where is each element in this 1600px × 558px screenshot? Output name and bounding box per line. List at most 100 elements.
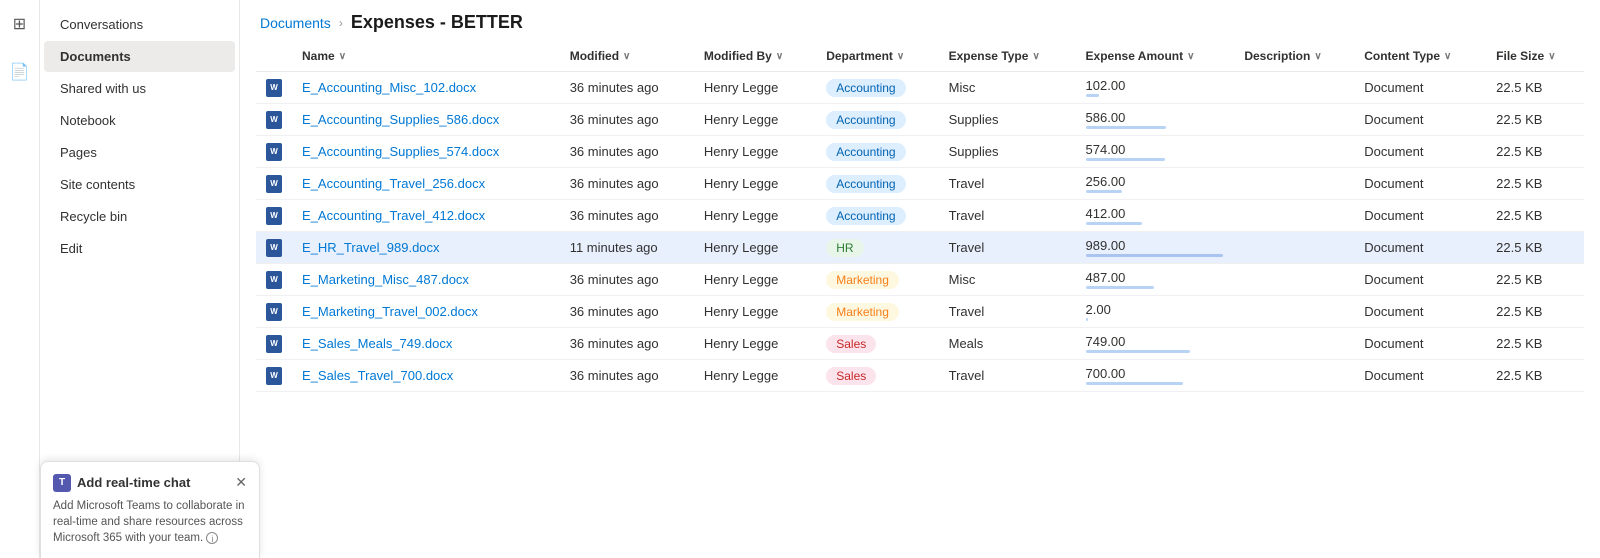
table-row[interactable]: WE_Accounting_Travel_412.docx36 minutes … xyxy=(256,200,1584,232)
table-row[interactable]: WE_Marketing_Travel_002.docx36 minutes a… xyxy=(256,296,1584,328)
expense-type-cell: Travel xyxy=(939,168,1076,200)
modified-cell: 36 minutes ago xyxy=(560,72,694,104)
file-name-link[interactable]: E_Accounting_Supplies_586.docx xyxy=(302,112,499,127)
sidebar-item-notebook[interactable]: Notebook xyxy=(44,105,235,136)
sidebar-item-shared-with-us[interactable]: Shared with us xyxy=(44,73,235,104)
col-description-header[interactable]: Description∨ xyxy=(1234,41,1354,72)
table-row[interactable]: WE_Marketing_Misc_487.docx36 minutes ago… xyxy=(256,264,1584,296)
department-cell: HR xyxy=(816,232,938,264)
table-row[interactable]: WE_HR_Travel_989.docx11 minutes agoHenry… xyxy=(256,232,1584,264)
modified-by-cell: Henry Legge xyxy=(694,104,816,136)
table-row[interactable]: WE_Sales_Travel_700.docx36 minutes agoHe… xyxy=(256,360,1584,392)
col-modified-label: Modified xyxy=(570,49,619,63)
breadcrumb-separator: › xyxy=(339,16,343,30)
col-expense-amount-sort-icon: ∨ xyxy=(1187,51,1194,62)
table-row[interactable]: WE_Sales_Meals_749.docx36 minutes agoHen… xyxy=(256,328,1584,360)
department-badge: Sales xyxy=(826,335,876,353)
file-name-link[interactable]: E_Sales_Travel_700.docx xyxy=(302,368,453,383)
file-type-icon-cell: W xyxy=(256,328,292,360)
sidebar-item-site-contents[interactable]: Site contents xyxy=(44,169,235,200)
content-type-cell: Document xyxy=(1354,104,1486,136)
file-size-cell: 22.5 KB xyxy=(1486,168,1584,200)
chat-info-icon[interactable]: i xyxy=(206,532,218,544)
file-name-link[interactable]: E_Accounting_Supplies_574.docx xyxy=(302,144,499,159)
file-name-link[interactable]: E_Accounting_Misc_102.docx xyxy=(302,80,476,95)
word-icon: W xyxy=(266,175,282,193)
expense-amount-cell: 2.00 xyxy=(1076,296,1235,328)
department-cell: Marketing xyxy=(816,264,938,296)
col-department-header[interactable]: Department∨ xyxy=(816,41,938,72)
file-type-icon-cell: W xyxy=(256,136,292,168)
content-type-cell: Document xyxy=(1354,168,1486,200)
file-name-link[interactable]: E_Sales_Meals_749.docx xyxy=(302,336,452,351)
file-size-cell: 22.5 KB xyxy=(1486,360,1584,392)
sidebar-item-documents[interactable]: Documents xyxy=(44,41,235,72)
modified-cell: 36 minutes ago xyxy=(560,296,694,328)
col-modified-by-header[interactable]: Modified By∨ xyxy=(694,41,816,72)
file-size-cell: 22.5 KB xyxy=(1486,104,1584,136)
file-name-cell: E_HR_Travel_989.docx xyxy=(292,232,560,264)
department-badge: Accounting xyxy=(826,79,905,97)
breadcrumb-parent[interactable]: Documents xyxy=(260,15,331,31)
description-cell xyxy=(1234,264,1354,296)
col-expense-amount-header[interactable]: Expense Amount∨ xyxy=(1076,41,1235,72)
modified-by-cell: Henry Legge xyxy=(694,296,816,328)
col-modified-header[interactable]: Modified∨ xyxy=(560,41,694,72)
file-size-cell: 22.5 KB xyxy=(1486,232,1584,264)
sidebar-item-recycle-bin[interactable]: Recycle bin xyxy=(44,201,235,232)
expense-amount-value: 700.00 xyxy=(1086,366,1126,381)
file-name-link[interactable]: E_Marketing_Misc_487.docx xyxy=(302,272,469,287)
file-name-link[interactable]: E_Accounting_Travel_256.docx xyxy=(302,176,485,191)
expense-type-cell: Travel xyxy=(939,232,1076,264)
table-row[interactable]: W E_Accounting_Supplies_574.docx 36 minute… xyxy=(256,136,1584,168)
file-type-icon-cell: W xyxy=(256,104,292,136)
expense-amount-cell: 574.00 xyxy=(1076,136,1235,168)
department-badge: Sales xyxy=(826,367,876,385)
modified-cell: 36 minutes ago xyxy=(560,168,694,200)
modified-cell: 36 minutes ago xyxy=(560,136,694,168)
col-name-sort-icon: ∨ xyxy=(339,51,346,62)
file-name-link[interactable]: E_HR_Travel_989.docx xyxy=(302,240,440,255)
amount-bar xyxy=(1086,126,1167,129)
modified-by-cell: Henry Legge xyxy=(694,136,816,168)
col-name-header[interactable]: Name ∨ xyxy=(292,41,560,72)
amount-bar xyxy=(1086,158,1165,161)
file-name-link[interactable]: E_Accounting_Travel_412.docx xyxy=(302,208,485,223)
table-row[interactable]: WE_Accounting_Supplies_586.docx36 minute… xyxy=(256,104,1584,136)
sidebar-icon-rail: ⊞ 📄 xyxy=(0,0,40,558)
sidebar-item-pages[interactable]: Pages xyxy=(44,137,235,168)
expense-amount-cell: 586.00 xyxy=(1076,104,1235,136)
col-file-size-sort-icon: ∨ xyxy=(1548,51,1555,62)
chat-popup-body: Add Microsoft Teams to collaborate in re… xyxy=(53,498,247,546)
table-row[interactable]: WE_Accounting_Misc_102.docx36 minutes ag… xyxy=(256,72,1584,104)
col-file-size-header[interactable]: File Size∨ xyxy=(1486,41,1584,72)
word-icon: W xyxy=(266,207,282,225)
chat-close-button[interactable]: ✕ xyxy=(235,474,247,491)
col-content-type-header[interactable]: Content Type∨ xyxy=(1354,41,1486,72)
amount-bar xyxy=(1086,254,1223,257)
department-badge: HR xyxy=(826,239,863,257)
sidebar-item-edit[interactable]: Edit xyxy=(44,233,235,264)
apps-icon[interactable]: ⊞ xyxy=(4,8,36,40)
description-cell xyxy=(1234,232,1354,264)
col-expense-type-header[interactable]: Expense Type∨ xyxy=(939,41,1076,72)
file-name-link[interactable]: E_Marketing_Travel_002.docx xyxy=(302,304,478,319)
col-name-label: Name xyxy=(302,49,335,63)
department-cell: Accounting xyxy=(816,104,938,136)
document-nav-icon[interactable]: 📄 xyxy=(4,56,36,88)
expense-amount-value: 412.00 xyxy=(1086,206,1126,221)
content-type-cell: Document xyxy=(1354,200,1486,232)
sidebar-item-conversations[interactable]: Conversations xyxy=(44,9,235,40)
expense-type-cell: Misc xyxy=(939,264,1076,296)
department-badge: Accounting xyxy=(826,143,905,161)
description-cell xyxy=(1234,328,1354,360)
expense-amount-cell: 256.00 xyxy=(1076,168,1235,200)
file-name-cell: E_Accounting_Travel_412.docx xyxy=(292,200,560,232)
col-modified-by-sort-icon: ∨ xyxy=(776,51,783,62)
department-cell: Accounting xyxy=(816,72,938,104)
expense-amount-value: 749.00 xyxy=(1086,334,1126,349)
department-cell: Sales xyxy=(816,360,938,392)
content-type-cell: Document xyxy=(1354,232,1486,264)
table-row[interactable]: W E_Accounting_Travel_256.docx 36 minutes … xyxy=(256,168,1584,200)
file-size-cell: 22.5 KB xyxy=(1486,200,1584,232)
